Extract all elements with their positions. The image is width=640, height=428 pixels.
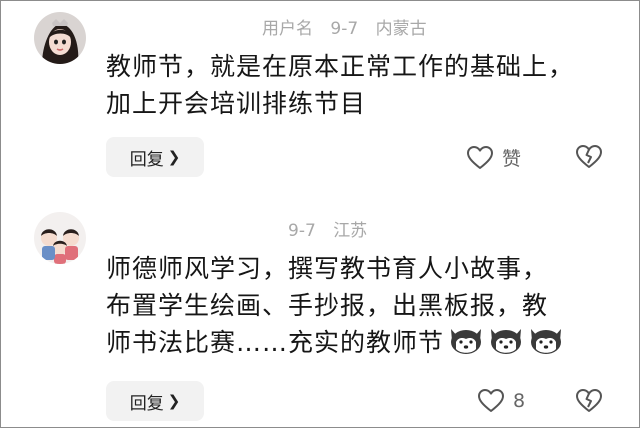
comment-text-line: 加上开会培训排练节目	[106, 89, 367, 118]
comment-meta: 用户名 9-7 内蒙古	[262, 14, 439, 39]
user-avatar[interactable]	[34, 12, 86, 64]
chevron-right-icon: ❯	[167, 148, 181, 166]
like-button[interactable]: 赞	[466, 144, 521, 171]
user-avatar[interactable]	[34, 212, 86, 264]
husky-emoji-icon	[491, 329, 522, 354]
dislike-button[interactable]	[575, 388, 603, 414]
husky-emoji-icon	[451, 329, 482, 354]
broken-heart-icon	[576, 389, 602, 412]
comment-date: 9-7	[288, 221, 316, 241]
like-button[interactable]: 8	[477, 388, 525, 414]
comment-text: 师德师风学习，撰写教书育人小故事， 布置学生绘画、手抄报，出黑板报，教 师书法比…	[106, 250, 564, 361]
broken-heart-icon	[576, 145, 602, 168]
chevron-right-icon: ❯	[167, 392, 181, 410]
like-label: 赞	[502, 148, 522, 170]
username[interactable]: 用户名	[262, 19, 313, 39]
comment-text-line: 师德师风学习，撰写教书育人小故事，	[106, 254, 549, 283]
comment-text-line: 布置学生绘画、手抄报，出黑板报，教	[106, 291, 549, 320]
heart-icon	[478, 389, 504, 412]
comment-meta: 9-7 江苏	[288, 216, 379, 241]
comment-text: 教师节，就是在原本正常工作的基础上， 加上开会培训排练节目	[106, 48, 574, 122]
reply-button[interactable]: 回复 ❯	[106, 137, 204, 177]
comment-text-line-with-emoji: 师书法比赛……充实的教师节	[106, 324, 564, 361]
comment-date: 9-7	[330, 19, 359, 39]
like-count: 8	[513, 390, 526, 412]
comment-text-line: 教师节，就是在原本正常工作的基础上，	[106, 52, 575, 81]
comment-location: 江苏	[333, 221, 368, 241]
husky-emoji-icon	[531, 329, 562, 354]
reply-label: 回复	[129, 393, 164, 414]
comment-text-line: 师书法比赛……充实的教师节	[106, 328, 445, 357]
reply-label: 回复	[129, 149, 164, 170]
dislike-button[interactable]	[575, 144, 603, 170]
heart-icon	[467, 145, 493, 169]
reply-button[interactable]: 回复 ❯	[106, 381, 204, 421]
comment-location: 内蒙古	[375, 19, 427, 39]
